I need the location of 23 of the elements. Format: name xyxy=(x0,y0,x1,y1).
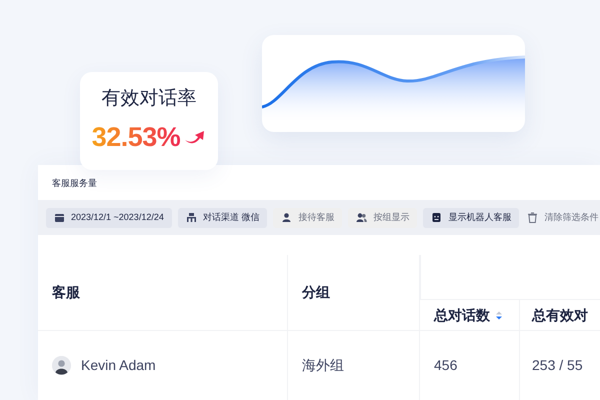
table-cell: 海外组 xyxy=(288,330,420,400)
sort-icon[interactable] xyxy=(496,310,502,320)
filter-button[interactable]: 显示机器人客服 xyxy=(423,208,520,228)
people-icon xyxy=(356,212,368,223)
panel-title: 客服服务量 xyxy=(51,177,98,190)
filter-button[interactable]: 按组显示 xyxy=(348,208,418,228)
column-header[interactable]: 分组 xyxy=(288,255,420,330)
person-icon xyxy=(281,212,292,223)
filter-button[interactable]: 清除筛选条件 xyxy=(525,208,600,228)
table-cell: 253 / 55 xyxy=(520,330,600,400)
stat-label: 有效对话率 xyxy=(102,86,196,110)
filter-button[interactable]: 接待客服 xyxy=(273,208,342,228)
robot-icon xyxy=(431,212,442,223)
filter-button[interactable]: 对话渠道 微信 xyxy=(178,208,268,228)
column-header[interactable]: 总对话数 xyxy=(420,300,520,330)
calendar-icon xyxy=(54,212,65,223)
agent-name: Kevin Adam xyxy=(81,356,156,375)
column-header[interactable]: 客服 xyxy=(38,255,288,330)
filter-button[interactable]: 2023/12/1 ~2023/12/24 xyxy=(46,208,172,228)
trash-icon xyxy=(527,212,538,223)
hierarchy-icon xyxy=(186,212,197,223)
column-header[interactable]: 总有效对 xyxy=(520,300,600,330)
table-cell: 456 xyxy=(420,330,520,400)
